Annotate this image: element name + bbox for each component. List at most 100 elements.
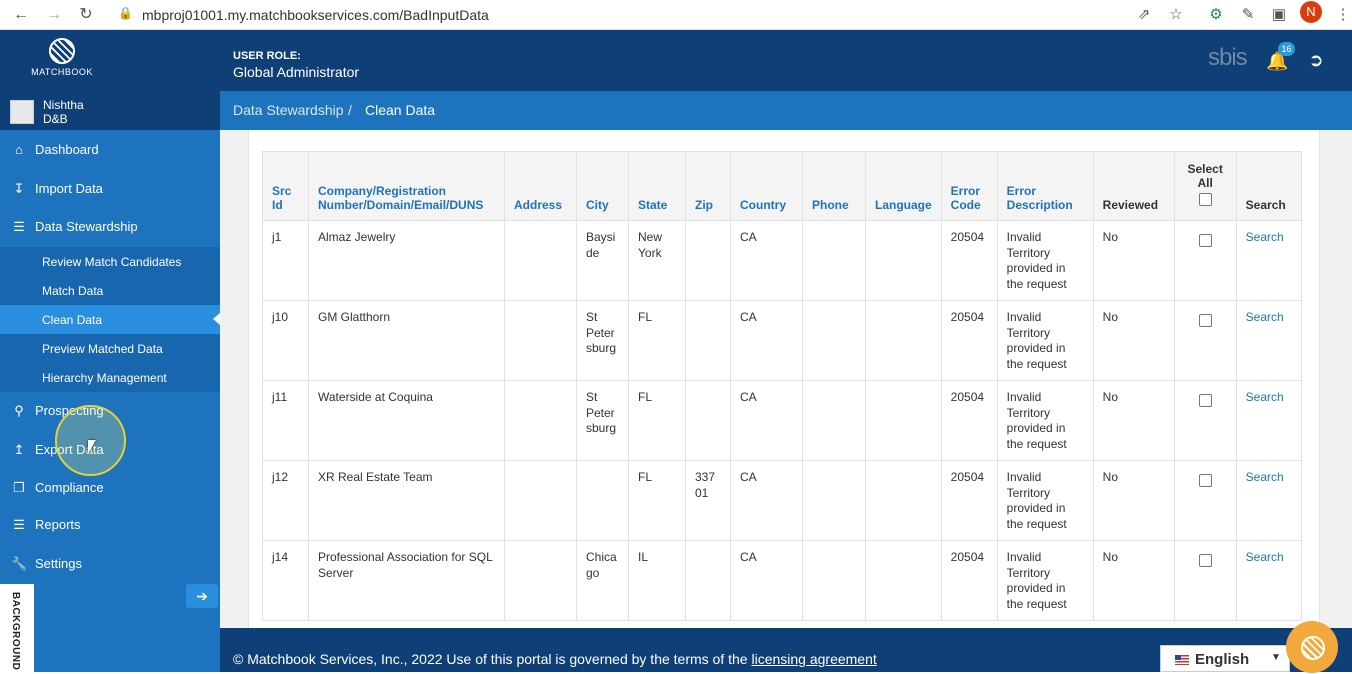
sidepanel-icon[interactable]: ▣ [1268,4,1290,26]
cell-country: CA [730,460,803,541]
table-row: j12 XR Real Estate Team FL 337 01 CA 205… [262,460,1302,541]
address-bar[interactable]: mbproj01001.my.matchbookservices.com/Bad… [142,3,489,27]
row-checkbox[interactable] [1198,474,1212,487]
cell-company: XR Real Estate Team [308,460,505,541]
logo-text: MATCHBOOK [31,67,93,77]
cell-select [1173,540,1237,621]
active-caret-icon [213,313,220,325]
cell-src-id: j11 [262,380,309,461]
cell-zip [685,540,731,621]
list-icon: ☰ [13,517,25,532]
cell-address [504,380,577,461]
select-all-checkbox[interactable] [1198,193,1212,206]
subitem-match-data[interactable]: Match Data [0,276,220,305]
back-icon[interactable]: ← [10,4,32,26]
cell-error-code: 20504 [940,460,998,541]
import-icon: ↧ [13,181,25,196]
puzzle-icon[interactable]: ✎ [1237,4,1259,26]
cell-reviewed: No [1092,300,1175,381]
profile-avatar[interactable]: N [1300,1,1322,23]
menu-dots-icon[interactable]: ⋮ [1332,4,1352,26]
chat-widget-button[interactable] [1286,621,1338,673]
breadcrumb-parent[interactable]: Data Stewardship [233,102,344,118]
logout-icon[interactable]: ➲ [1305,49,1327,71]
cell-address [504,540,577,621]
reload-icon[interactable]: ↻ [75,4,97,26]
search-link[interactable]: Search [1235,460,1302,541]
col-zip[interactable]: Zip [685,151,731,221]
lock-icon[interactable]: 🔒 [118,6,133,20]
row-checkbox[interactable] [1198,394,1212,407]
col-company[interactable]: Company/Registration Number/Domain/Email… [308,151,505,221]
search-link[interactable]: Search [1235,300,1302,381]
cell-address [504,220,577,301]
background-tab[interactable]: BACKGROUND [0,584,34,674]
cell-address [504,300,577,381]
row-checkbox[interactable] [1198,314,1212,327]
cell-error-code: 20504 [940,540,998,621]
col-search: Search [1235,151,1302,221]
cell-select [1173,380,1237,461]
user-role-label: USER ROLE: [233,50,301,62]
sidebar-item-data-stewardship[interactable]: ☰ Data Stewardship [0,209,220,245]
sidebar-item-reports[interactable]: ☰ Reports [0,507,220,543]
sidebar-item-import-data[interactable]: ↧ Import Data [0,171,220,207]
sidebar-item-label: Import Data [35,181,103,196]
cell-reviewed: No [1092,460,1175,541]
col-src-id[interactable]: Src Id [262,151,309,221]
footer-copyright: © Matchbook Services, Inc., 2022 Use of … [233,651,748,667]
row-checkbox[interactable] [1198,554,1212,567]
cell-state: FL [628,380,686,461]
col-city[interactable]: City [576,151,629,221]
cell-src-id: j12 [262,460,309,541]
forward-icon[interactable]: → [43,4,65,26]
sidebar-item-settings[interactable]: 🔧 Settings [0,546,220,582]
user-profile[interactable]: Nishtha D&B [0,91,220,130]
language-select[interactable]: English ▼ [1160,645,1290,672]
subitem-clean-data[interactable]: Clean Data [0,305,220,334]
cell-error-description: Invalid Territory provided in the reques… [996,300,1094,381]
col-phone[interactable]: Phone [802,151,866,221]
matchbook-logo[interactable]: MATCHBOOK [30,32,94,86]
subitem-hierarchy-management[interactable]: Hierarchy Management [0,363,220,392]
user-name-line1: Nishtha [43,98,84,112]
cell-error-description: Invalid Territory provided in the reques… [996,380,1094,461]
subitem-review-match-candidates[interactable]: Review Match Candidates [0,247,220,276]
table-row: j10 GM Glatthorn St Peter sburg FL CA 20… [262,300,1302,381]
page-scrollbar[interactable] [1344,130,1352,628]
cell-error-code: 20504 [940,220,998,301]
sidebar-item-label: Data Stewardship [35,219,138,234]
row-checkbox[interactable] [1198,234,1212,247]
cell-src-id: j10 [262,300,309,381]
cell-select [1173,460,1237,541]
col-language[interactable]: Language [865,151,942,221]
cell-country: CA [730,300,803,381]
col-error-description[interactable]: Error Description [996,151,1094,221]
col-country[interactable]: Country [730,151,803,221]
star-icon[interactable]: ☆ [1165,4,1187,26]
cell-phone [802,220,866,301]
licensing-agreement-link[interactable]: licensing agreement [751,651,876,667]
browser-toolbar: ← → ↻ 🔒 mbproj01001.my.matchbookservices… [0,0,1352,30]
sidebar-item-dashboard[interactable]: ⌂ Dashboard [0,132,220,168]
search-link[interactable]: Search [1235,380,1302,461]
cell-state: New York [628,220,686,301]
bad-input-data-table: Src Id Company/Registration Number/Domai… [262,151,1302,621]
language-selected: English [1195,651,1250,668]
sbis-logo: sbis [1208,44,1248,71]
col-state[interactable]: State [628,151,686,221]
search-link[interactable]: Search [1235,540,1302,621]
sidebar-item-label: Settings [35,556,82,571]
search-link[interactable]: Search [1235,220,1302,301]
collapse-sidebar-button[interactable]: ➔ [186,584,218,608]
cell-zip [685,220,731,301]
share-icon[interactable]: ⇗ [1133,4,1155,26]
extension-gear-icon[interactable]: ⚙ [1205,4,1227,26]
col-error-code[interactable]: Error Code [940,151,998,221]
col-address[interactable]: Address [504,151,577,221]
cell-company: GM Glatthorn [308,300,505,381]
cell-state: FL [628,300,686,381]
subitem-preview-matched-data[interactable]: Preview Matched Data [0,334,220,363]
cell-zip: 337 01 [685,460,731,541]
sidebar-item-compliance[interactable]: ❐ Compliance [0,470,220,506]
